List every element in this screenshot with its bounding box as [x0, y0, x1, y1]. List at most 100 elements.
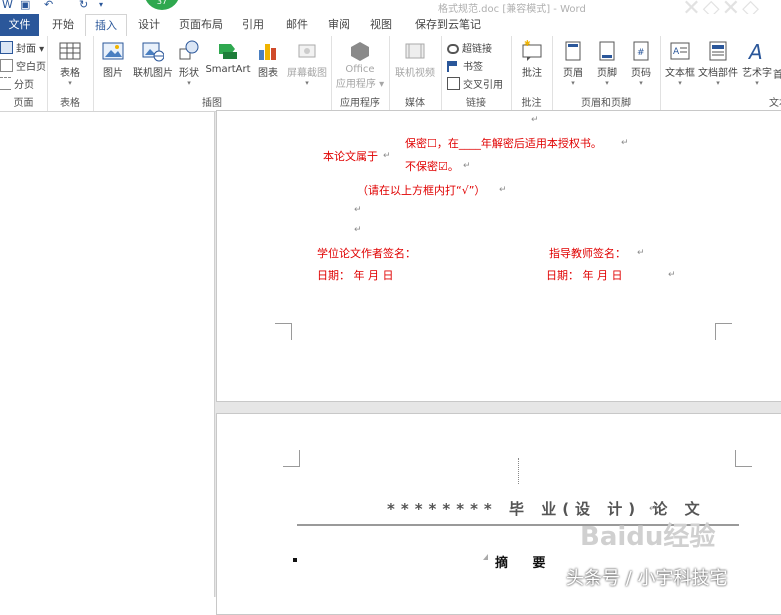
shapes-button[interactable]: 形状 ▾ [177, 40, 201, 87]
baidu-watermark: Baidu经验 [580, 522, 716, 552]
tab-design[interactable]: 设计 [132, 14, 166, 36]
group-links-label: 链接 [466, 98, 486, 109]
quick-parts-button[interactable]: 文档部件 ▾ [698, 40, 738, 87]
hyperlink-button[interactable]: 超链接 [447, 40, 492, 55]
online-video-button[interactable]: 联机视频 [393, 40, 437, 79]
cover-page-icon [0, 41, 13, 54]
tab-mailings[interactable]: 邮件 [280, 14, 314, 36]
advisor-date-line: 日期： 年 月 日 [546, 269, 623, 282]
not-secret-checkbox[interactable]: ☑ [438, 160, 448, 173]
picture-label: 图片 [103, 68, 123, 79]
secret-checkbox[interactable]: ☐ [427, 137, 437, 150]
header-label: 页眉 [563, 68, 583, 79]
table-label: 表格 [60, 68, 80, 79]
tab-references[interactable]: 引用 [236, 14, 270, 36]
svg-text:A: A [747, 40, 763, 62]
save-icon[interactable]: ▣ [20, 0, 30, 11]
cross-reference-label: 交叉引用 [463, 80, 503, 91]
shapes-label: 形状 [179, 68, 199, 79]
group-header-footer: 页眉 ▾ 页脚 ▾ # 页码 ▾ 页眉和页脚 [552, 36, 661, 111]
page-number-button[interactable]: # 页码 ▾ [626, 40, 656, 87]
paragraph-mark: ↵ [668, 270, 676, 280]
advisor-signature-label: 指导教师签名： [549, 247, 626, 260]
group-media: 联机视频 媒体 [389, 36, 442, 111]
cover-page-label: 封面 [16, 44, 36, 55]
group-text: A 文本框▾ 文档部件▾ A 艺术字▾ 首 文本 [660, 36, 781, 111]
svg-text:✱: ✱ [524, 40, 531, 48]
bookmark-label: 书签 [463, 62, 483, 73]
update-badge: 37 [144, 0, 180, 10]
cover-page-button[interactable]: 封面 ▾ [0, 40, 44, 55]
group-tables-label: 表格 [60, 98, 80, 109]
group-illustrations-label: 插图 [202, 98, 222, 109]
tab-page-layout[interactable]: 页面布局 [174, 14, 228, 36]
undo-icon[interactable]: ↶ [44, 0, 53, 11]
tab-review[interactable]: 审阅 [322, 14, 356, 36]
abstract-heading: 摘 要 [495, 556, 556, 571]
online-picture-button[interactable]: 联机图片 [130, 40, 176, 79]
not-secret-line: 不保密☑。 [405, 158, 459, 174]
table-button[interactable]: 表格 ▾ [55, 40, 85, 87]
document-area: ↵ 保密☐，在____年解密后适用本授权书。 ↵ 本论文属于 ↵ 不保密☑。 ↵… [0, 110, 781, 615]
screenshot-icon [298, 44, 316, 58]
office-label: Office [345, 64, 375, 75]
header-button[interactable]: 页眉 ▾ [558, 40, 588, 87]
page-number-label: 页码 [631, 68, 651, 79]
not-secret-label: 不保密 [405, 160, 438, 173]
page-break-button[interactable]: 分页 [0, 76, 34, 91]
blank-page-label: 空白页 [16, 62, 46, 73]
tab-view[interactable]: 视图 [364, 14, 398, 36]
group-apps-label: 应用程序 [340, 98, 380, 109]
drop-cap-button[interactable]: 首 [772, 40, 781, 81]
new-comment-button[interactable]: ✱ 批注 [517, 40, 547, 79]
blank-page-button[interactable]: 空白页 [0, 58, 46, 73]
tab-home[interactable]: 开始 [46, 14, 80, 36]
section-marker [518, 458, 521, 484]
textbox-label: 文本框 [665, 68, 695, 79]
navigation-pane[interactable] [0, 112, 215, 597]
apps-for-office-button[interactable]: Office 应用程序 ▾ [335, 40, 385, 90]
customize-qat-icon[interactable]: ▾ [99, 0, 103, 9]
tab-file[interactable]: 文件 [0, 14, 39, 36]
tab-insert[interactable]: 插入 [85, 14, 127, 38]
group-illustrations: 图片 联机图片 形状 ▾ SmartArt 图表 屏幕截图 ▾ 插图 [93, 36, 332, 111]
chart-button[interactable]: 图表 [253, 40, 283, 79]
paragraph-mark: ↵ [531, 115, 539, 125]
footer-label: 页脚 [597, 68, 617, 79]
document-page-1[interactable]: ↵ 保密☐，在____年解密后适用本授权书。 ↵ 本论文属于 ↵ 不保密☑。 ↵… [216, 110, 781, 402]
picture-button[interactable]: 图片 [99, 40, 127, 79]
ribbon: 封面 ▾ 空白页 分页 页面 表格 ▾ 表格 图片 联机图片 形状 ▾ SmartA… [0, 36, 781, 112]
wordart-label: 艺术字 [742, 68, 772, 79]
word-icon: W [2, 0, 13, 11]
tab-save-to-cloud-notes[interactable]: 保存到云笔记 [408, 14, 488, 36]
source-watermark: 头条号 / 小宇科技宅 [566, 568, 728, 589]
redo-icon[interactable]: ↻ [79, 0, 88, 11]
shapes-icon [179, 40, 199, 60]
page-number-icon: # [633, 41, 649, 61]
comment-label: 批注 [522, 68, 542, 79]
smartart-button[interactable]: SmartArt [205, 40, 251, 75]
page-break-label: 分页 [14, 80, 34, 91]
office-store-icon [351, 42, 369, 61]
bookmark-button[interactable]: 书签 [447, 58, 483, 73]
cross-reference-icon [447, 77, 460, 90]
collapse-heading-icon[interactable] [483, 554, 488, 560]
thesis-belongs-label: 本论文属于 [323, 150, 378, 163]
footer-button[interactable]: 页脚 ▾ [592, 40, 622, 87]
checkbox-instruction: （请在以上方框内打“√”） [357, 184, 486, 197]
hyperlink-label: 超链接 [462, 44, 492, 55]
group-header-footer-label: 页眉和页脚 [581, 98, 631, 109]
quick-parts-label: 文档部件 [698, 68, 738, 79]
paragraph-mark: ↵ [354, 205, 362, 215]
margin-corner-bottom-right [715, 323, 732, 340]
screenshot-label: 屏幕截图 [287, 68, 327, 79]
paragraph-mark: ↵ [499, 185, 507, 195]
comment-icon: ✱ [522, 40, 542, 61]
smartart-label: SmartArt [205, 64, 251, 75]
margin-corner-top-right [735, 450, 752, 467]
textbox-button[interactable]: A 文本框 ▾ [664, 40, 696, 87]
wordart-button[interactable]: A 艺术字 ▾ [742, 40, 772, 87]
cross-reference-button[interactable]: 交叉引用 [447, 76, 503, 91]
group-comments-label: 批注 [521, 98, 542, 109]
screenshot-button[interactable]: 屏幕截图 ▾ [285, 40, 329, 87]
